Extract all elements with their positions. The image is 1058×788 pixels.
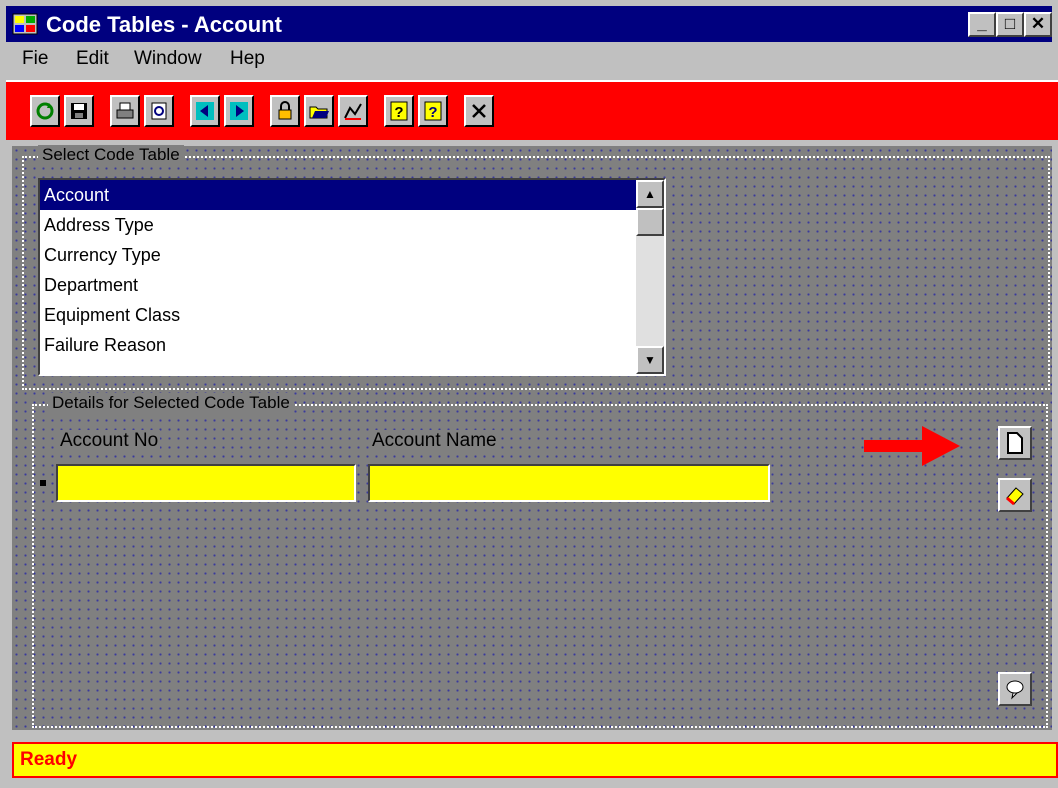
open-folder-icon — [309, 106, 329, 119]
refresh-button[interactable] — [30, 95, 60, 127]
help-icon: ? — [390, 101, 408, 121]
menu-help[interactable]: Hep — [230, 48, 265, 70]
open-button[interactable] — [304, 95, 334, 127]
help-button[interactable]: ? — [384, 95, 414, 127]
main-window: Code Tables - Account _ □ ✕ Fie Edit Win… — [0, 0, 1058, 788]
lock-icon — [278, 101, 292, 120]
new-document-icon — [1007, 432, 1023, 454]
account-name-field[interactable] — [368, 464, 770, 502]
svg-text:?: ? — [394, 104, 403, 121]
print-icon — [116, 102, 134, 119]
close-form-button[interactable] — [464, 95, 494, 127]
next-icon — [230, 102, 248, 120]
next-button[interactable] — [224, 95, 254, 127]
context-help-button[interactable]: ? — [418, 95, 448, 127]
account-no-field[interactable] — [56, 464, 356, 502]
chart-icon — [344, 103, 362, 120]
save-button[interactable] — [64, 95, 94, 127]
eraser-icon — [1006, 487, 1024, 506]
app-icon — [12, 13, 38, 35]
toolbar: ? ? — [6, 80, 1058, 140]
scroll-thumb[interactable] — [636, 208, 664, 236]
window-title: Code Tables - Account — [46, 12, 282, 37]
maximize-button[interactable]: □ — [996, 12, 1024, 37]
scroll-up-button[interactable]: ▲ — [636, 180, 664, 208]
list-item[interactable]: Department — [40, 270, 636, 300]
menu-file[interactable]: Fie — [22, 48, 48, 70]
status-bar: Ready — [12, 742, 1058, 778]
red-arrow-annotation — [864, 426, 960, 466]
column-header-account-no: Account No — [58, 430, 161, 452]
list-item[interactable]: Address Type — [40, 210, 636, 240]
list-item[interactable]: Account — [40, 180, 636, 210]
menu-bar: Fie Edit Window Hep — [6, 44, 1052, 76]
close-icon — [472, 104, 486, 118]
title-bar[interactable]: Code Tables - Account _ □ ✕ — [6, 6, 1052, 42]
print-preview-icon — [151, 102, 167, 120]
new-record-button[interactable] — [998, 426, 1032, 460]
select-code-table-title: Select Code Table — [38, 145, 184, 165]
list-item[interactable]: Equipment Class — [40, 300, 636, 330]
comment-button[interactable] — [998, 672, 1032, 706]
clear-record-button[interactable] — [998, 478, 1032, 512]
lock-button[interactable] — [270, 95, 300, 127]
chart-button[interactable] — [338, 95, 368, 127]
current-row-indicator — [40, 480, 46, 486]
menu-edit[interactable]: Edit — [76, 48, 109, 70]
list-item[interactable]: Failure Reason — [40, 330, 636, 360]
save-icon — [71, 103, 87, 119]
scroll-down-button[interactable]: ▼ — [636, 346, 664, 374]
list-item[interactable]: Currency Type — [40, 240, 636, 270]
status-text: Ready — [20, 749, 78, 770]
minimize-button[interactable]: _ — [968, 12, 996, 37]
menu-window[interactable]: Window — [134, 48, 202, 70]
speech-bubble-icon — [1006, 680, 1024, 700]
previous-button[interactable] — [190, 95, 220, 127]
close-button[interactable]: ✕ — [1024, 12, 1052, 37]
list-scrollbar[interactable]: ▲ ▼ — [636, 180, 664, 374]
details-group-title: Details for Selected Code Table — [48, 393, 294, 413]
code-table-list[interactable]: Account Address Type Currency Type Depar… — [38, 178, 666, 376]
print-preview-button[interactable] — [144, 95, 174, 127]
print-button[interactable] — [110, 95, 140, 127]
column-header-account-name: Account Name — [370, 430, 499, 452]
previous-icon — [196, 102, 214, 120]
refresh-icon — [36, 102, 54, 120]
svg-text:?: ? — [428, 104, 437, 121]
context-help-icon: ? — [424, 101, 442, 121]
